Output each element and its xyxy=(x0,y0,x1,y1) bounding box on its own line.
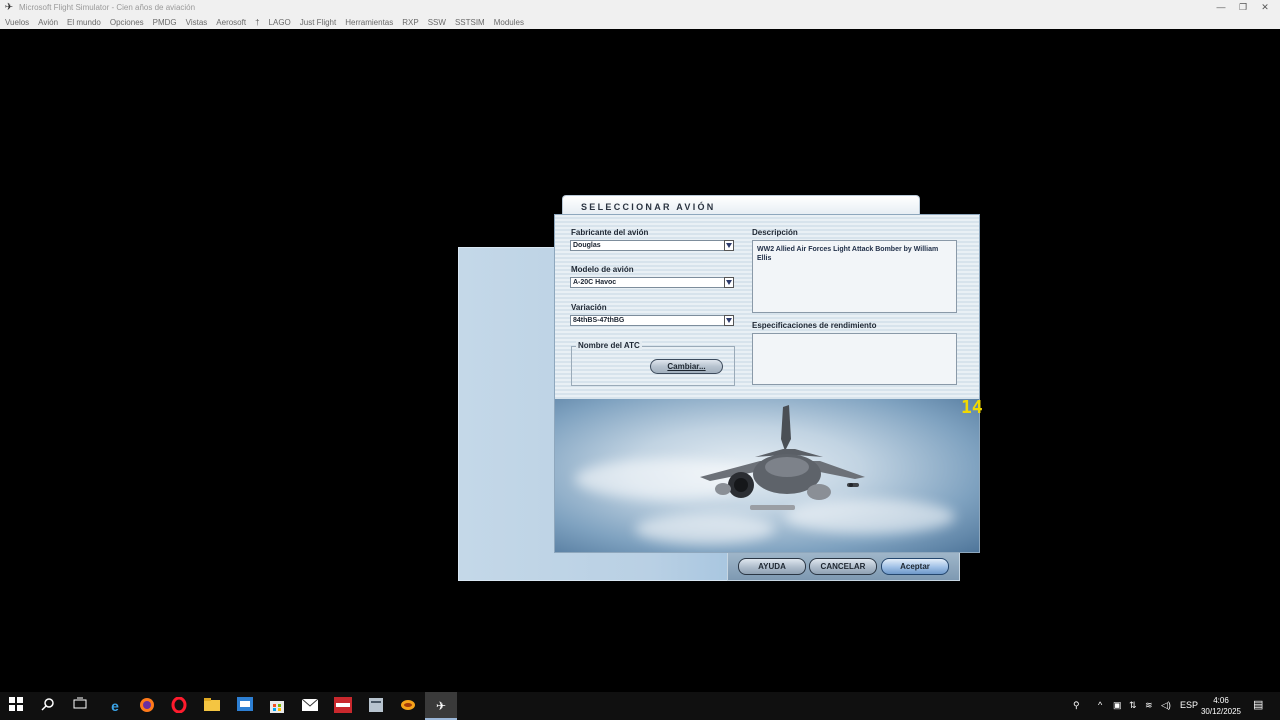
notifications-icon[interactable]: ▤ xyxy=(1253,698,1263,711)
title-bar: ✈ Microsoft Flight Simulator - Cien años… xyxy=(0,0,1280,15)
fps-counter: 14 xyxy=(961,397,983,418)
chevron-up-icon[interactable]: ^ xyxy=(1098,700,1102,710)
mail-icon[interactable] xyxy=(301,697,319,715)
atc-label: Nombre del ATC xyxy=(576,341,642,350)
taskbar: e ✈ ⚲ ^ ▣ ⇅ ≋ ◁) ESP 4:06 30/12/2025 ▤ xyxy=(0,692,1280,720)
opera-icon[interactable] xyxy=(170,696,188,715)
select-aircraft-dialog: Fabricante del avión Douglas Modelo de a… xyxy=(554,214,980,553)
description-box: WW2 Allied Air Forces Light Attack Bombe… xyxy=(752,240,957,313)
flight-simulator-icon[interactable]: ✈ xyxy=(432,697,450,715)
menu-vistas[interactable]: Vistas xyxy=(186,18,208,27)
menu-el-mundo[interactable]: El mundo xyxy=(67,18,101,27)
performance-label: Especificaciones de rendimiento xyxy=(752,321,877,330)
shield-icon[interactable]: ▣ xyxy=(1113,700,1122,711)
network-icon[interactable]: ≋ xyxy=(1145,700,1153,711)
change-atc-button[interactable]: Cambiar... xyxy=(650,359,723,374)
app-icon[interactable] xyxy=(367,697,385,715)
model-label: Modelo de avión xyxy=(571,265,634,274)
menu-ssw[interactable]: SSW xyxy=(428,18,446,27)
task-view-icon[interactable] xyxy=(71,697,89,715)
window-controls: — ❐ ✕ xyxy=(1212,1,1274,13)
volume-icon[interactable]: ◁) xyxy=(1161,700,1171,711)
accept-button[interactable]: Aceptar xyxy=(881,558,949,575)
chevron-down-icon[interactable] xyxy=(724,315,734,326)
variation-label: Variación xyxy=(571,303,607,312)
menu-pmdg[interactable]: PMDG xyxy=(153,18,177,27)
menu-avion[interactable]: Avión xyxy=(38,18,58,27)
restore-icon[interactable]: ❐ xyxy=(1234,1,1252,13)
dialog-title: SELECCIONAR AVIÓN xyxy=(581,202,716,212)
airplane-app-icon: ✈ xyxy=(4,1,14,13)
menu-dagger[interactable]: † xyxy=(255,18,259,27)
windows-start-icon[interactable] xyxy=(7,697,25,715)
cancel-button[interactable]: CANCELAR xyxy=(809,558,877,575)
edge-icon[interactable]: e xyxy=(106,697,124,715)
description-label: Descripción xyxy=(752,228,798,237)
menu-rxp[interactable]: RXP xyxy=(402,18,418,27)
chevron-down-icon[interactable] xyxy=(724,240,734,251)
variation-select[interactable]: 84thBS-47thBG xyxy=(570,315,734,326)
menu-bar: Vuelos Avión El mundo Opciones PMDG Vist… xyxy=(0,15,1280,29)
window-title: Microsoft Flight Simulator - Cien años d… xyxy=(19,3,196,12)
aircraft-image xyxy=(700,405,865,510)
performance-box xyxy=(752,333,957,385)
menu-opciones[interactable]: Opciones xyxy=(110,18,144,27)
help-button[interactable]: AYUDA xyxy=(738,558,806,575)
manufacturer-label: Fabricante del avión xyxy=(571,228,649,237)
clock[interactable]: 4:06 30/12/2025 xyxy=(1196,695,1246,717)
minimize-icon[interactable]: — xyxy=(1212,1,1230,13)
close-icon[interactable]: ✕ xyxy=(1256,1,1274,13)
store-icon[interactable] xyxy=(236,697,254,715)
app-icon[interactable] xyxy=(334,697,352,715)
description-text: WW2 Allied Air Forces Light Attack Bombe… xyxy=(757,246,939,262)
dialog-header: SELECCIONAR AVIÓN xyxy=(562,195,920,215)
menu-lago[interactable]: LAGO xyxy=(269,18,291,27)
manufacturer-value: Douglas xyxy=(573,242,601,249)
menu-herramientas[interactable]: Herramientas xyxy=(345,18,393,27)
model-select[interactable]: A-20C Havoc xyxy=(570,277,734,288)
menu-modules[interactable]: Modules xyxy=(494,18,524,27)
menu-sstsim[interactable]: SSTSIM xyxy=(455,18,485,27)
firefox-icon[interactable] xyxy=(138,697,156,715)
aircraft-preview[interactable] xyxy=(555,399,979,552)
clock-time: 4:06 xyxy=(1213,696,1229,705)
model-value: A-20C Havoc xyxy=(573,279,617,286)
manufacturer-select[interactable]: Douglas xyxy=(570,240,734,251)
chevron-down-icon[interactable] xyxy=(724,277,734,288)
menu-vuelos[interactable]: Vuelos xyxy=(5,18,29,27)
variation-value: 84thBS-47thBG xyxy=(573,317,625,324)
menu-just-flight[interactable]: Just Flight xyxy=(300,18,336,27)
app-icon[interactable] xyxy=(399,697,417,715)
file-explorer-icon[interactable] xyxy=(203,697,221,715)
search-icon[interactable] xyxy=(39,697,57,715)
person-icon[interactable]: ⚲ xyxy=(1073,700,1080,711)
menu-aerosoft[interactable]: Aerosoft xyxy=(216,18,246,27)
store-bag-icon[interactable] xyxy=(268,697,286,715)
clock-date: 30/12/2025 xyxy=(1200,707,1242,716)
sync-icon[interactable]: ⇅ xyxy=(1129,700,1137,711)
